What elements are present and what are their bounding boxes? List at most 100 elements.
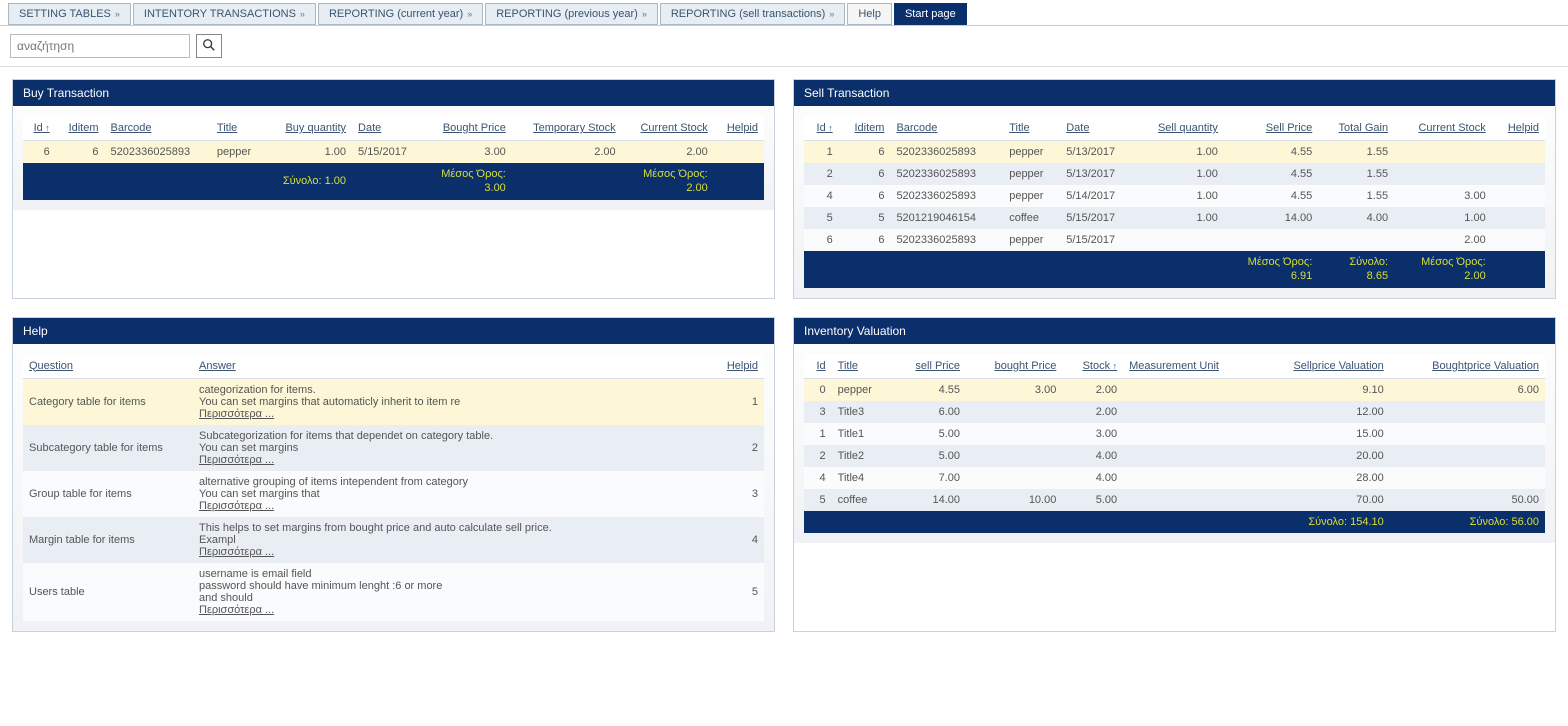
col-header[interactable]: Buy quantity	[265, 116, 352, 141]
col-header[interactable]: Title	[211, 116, 265, 141]
cell: 6	[839, 163, 891, 185]
table-row[interactable]: 0pepper4.553.002.009.106.00	[804, 378, 1545, 401]
tab-label: REPORTING (current year)	[329, 8, 463, 20]
table-row[interactable]: 665202336025893pepper5/15/20172.00	[804, 229, 1545, 251]
col-header[interactable]: Iditem	[56, 116, 105, 141]
col-header[interactable]: Stock ↑	[1062, 354, 1123, 379]
table-row[interactable]: 3Title36.002.0012.00	[804, 401, 1545, 423]
col-header[interactable]: Barcode	[105, 116, 211, 141]
cell: 1.00	[1394, 207, 1492, 229]
table-row[interactable]: Users tableusername is email fieldpasswo…	[23, 563, 764, 621]
table-row[interactable]: 465202336025893pepper5/14/20171.004.551.…	[804, 185, 1545, 207]
col-header[interactable]: Answer	[193, 354, 704, 379]
cell: 10.00	[966, 489, 1062, 511]
help-panel: Help QuestionAnswerHelpid Category table…	[12, 317, 775, 632]
col-header[interactable]: Iditem	[839, 116, 891, 141]
cell	[1492, 141, 1545, 164]
cell: 1.55	[1318, 141, 1394, 164]
cell: 15.00	[1256, 423, 1390, 445]
cell: 1.00	[1135, 207, 1224, 229]
tab-label: REPORTING (sell transactions)	[671, 8, 825, 20]
col-header[interactable]: Current Stock	[1394, 116, 1492, 141]
cell: 1.00	[1135, 141, 1224, 164]
col-header[interactable]: Date	[1060, 116, 1135, 141]
col-header[interactable]: Sell Price	[1224, 116, 1318, 141]
cell: 1	[804, 141, 839, 164]
chevron-right-icon: »	[829, 9, 834, 19]
table-row[interactable]: 265202336025893pepper5/13/20171.004.551.…	[804, 163, 1545, 185]
cell: Title2	[832, 445, 892, 467]
cell: 3.00	[1394, 185, 1492, 207]
table-row[interactable]: Subcategory table for itemsSubcategoriza…	[23, 425, 764, 471]
col-header[interactable]: Id	[804, 354, 832, 379]
col-header[interactable]: Id ↑	[23, 116, 56, 141]
col-header[interactable]: Sellprice Valuation	[1256, 354, 1390, 379]
tab-reporting-current-year-[interactable]: REPORTING (current year) »	[318, 3, 483, 25]
table-row[interactable]: Margin table for itemsThis helps to set …	[23, 517, 764, 563]
col-header[interactable]: Question	[23, 354, 193, 379]
more-link[interactable]: Περισσότερα ...	[199, 546, 274, 558]
chevron-right-icon: »	[300, 9, 305, 19]
table-row[interactable]: Group table for itemsalternative groupin…	[23, 471, 764, 517]
col-header[interactable]: Barcode	[890, 116, 1003, 141]
col-header[interactable]: Helpid	[704, 354, 764, 379]
table-row[interactable]: 665202336025893pepper1.005/15/20173.002.…	[23, 141, 764, 164]
table-row[interactable]: 2Title25.004.0020.00	[804, 445, 1545, 467]
col-header[interactable]: Measurement Unit	[1123, 354, 1256, 379]
col-header[interactable]: Id ↑	[804, 116, 839, 141]
search-input[interactable]	[10, 34, 190, 58]
buy-transaction-panel: Buy Transaction Id ↑IditemBarcodeTitleBu…	[12, 79, 775, 299]
col-header[interactable]: Boughtprice Valuation	[1390, 354, 1545, 379]
col-header[interactable]: Current Stock	[622, 116, 714, 141]
cell: 6.00	[1390, 378, 1545, 401]
col-header[interactable]: Temporary Stock	[512, 116, 622, 141]
tab-help[interactable]: Help	[847, 3, 892, 25]
more-link[interactable]: Περισσότερα ...	[199, 500, 274, 512]
col-header[interactable]: Total Gain	[1318, 116, 1394, 141]
sort-asc-icon: ↑	[1110, 361, 1117, 371]
cell: Users table	[23, 563, 193, 621]
cell: 1.55	[1318, 185, 1394, 207]
col-header[interactable]: sell Price	[892, 354, 966, 379]
tab-reporting-previous-year-[interactable]: REPORTING (previous year)»	[485, 3, 658, 25]
col-header[interactable]: Title	[832, 354, 892, 379]
table-row[interactable]: 165202336025893pepper5/13/20171.004.551.…	[804, 141, 1545, 164]
cell: 5/14/2017	[1060, 185, 1135, 207]
table-row[interactable]: 555201219046154coffee5/15/20171.0014.004…	[804, 207, 1545, 229]
col-header[interactable]: Date	[352, 116, 423, 141]
cell: 1.00	[1135, 185, 1224, 207]
table-row[interactable]: 1Title15.003.0015.00	[804, 423, 1545, 445]
table-row[interactable]: 4Title47.004.0028.00	[804, 467, 1545, 489]
buy-table: Id ↑IditemBarcodeTitleBuy quantityDateBo…	[23, 116, 764, 200]
col-header[interactable]: bought Price	[966, 354, 1062, 379]
cell	[966, 467, 1062, 489]
tab-start-page[interactable]: Start page	[894, 3, 967, 25]
cell: 3.00	[423, 141, 512, 164]
chevron-right-icon: »	[467, 9, 472, 19]
col-header[interactable]: Bought Price	[423, 116, 512, 141]
tab-setting-tables[interactable]: SETTING TABLES»	[8, 3, 131, 25]
col-header[interactable]: Helpid	[714, 116, 764, 141]
tab-intentory-transactions[interactable]: INTENTORY TRANSACTIONS»	[133, 3, 316, 25]
tab-reporting-sell-transactions-[interactable]: REPORTING (sell transactions) »	[660, 3, 845, 25]
sell-transaction-panel: Sell Transaction Id ↑IditemBarcodeTitleD…	[793, 79, 1556, 299]
table-row[interactable]: Category table for itemscategorization f…	[23, 378, 764, 425]
cell: Title3	[832, 401, 892, 423]
inventory-valuation-panel: Inventory Valuation IdTitlesell Pricebou…	[793, 317, 1556, 632]
tab-label: REPORTING (previous year)	[496, 8, 638, 20]
cell: pepper	[1003, 141, 1060, 164]
cell	[1123, 489, 1256, 511]
col-header[interactable]: Title	[1003, 116, 1060, 141]
search-button[interactable]	[196, 34, 222, 58]
more-link[interactable]: Περισσότερα ...	[199, 454, 274, 466]
cell: 5202336025893	[890, 229, 1003, 251]
col-header[interactable]: Helpid	[1492, 116, 1545, 141]
col-header[interactable]: Sell quantity	[1135, 116, 1224, 141]
cell: 5202336025893	[890, 141, 1003, 164]
more-link[interactable]: Περισσότερα ...	[199, 408, 274, 420]
more-link[interactable]: Περισσότερα ...	[199, 604, 274, 616]
table-row[interactable]: 5coffee14.0010.005.0070.0050.00	[804, 489, 1545, 511]
cell: 1.55	[1318, 163, 1394, 185]
cell: 4.00	[1062, 445, 1123, 467]
tab-label: Start page	[905, 8, 956, 20]
